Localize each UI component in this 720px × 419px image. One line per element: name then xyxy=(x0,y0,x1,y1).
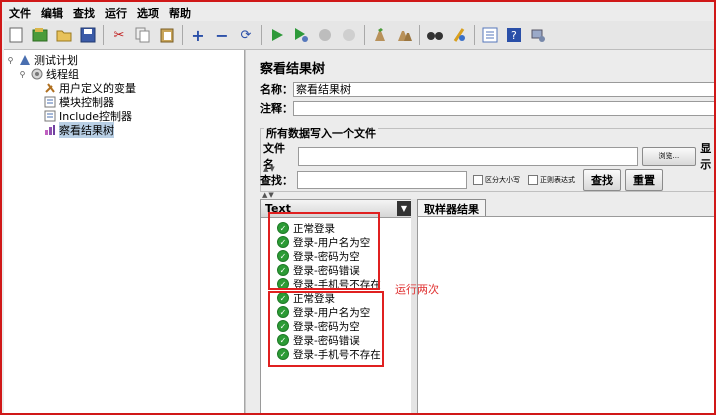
start-icon[interactable] xyxy=(267,25,287,45)
case-sensitive-label: 区分大小写 xyxy=(485,176,520,184)
expand-icon[interactable]: + xyxy=(188,25,208,45)
regex-checkbox[interactable]: 正则表达式 xyxy=(528,175,575,185)
checkbox-box[interactable] xyxy=(473,175,483,185)
stop-icon[interactable] xyxy=(315,25,335,45)
highlight-box-run-2 xyxy=(268,291,384,367)
display-label: 显示 xyxy=(700,142,712,171)
controller-icon xyxy=(44,110,56,122)
reset-button[interactable]: 重置 xyxy=(625,169,663,191)
checkbox-box[interactable] xyxy=(528,175,538,185)
clear-all-icon[interactable] xyxy=(394,25,414,45)
save-icon[interactable] xyxy=(78,25,98,45)
toolbar-separator xyxy=(103,25,104,45)
new-icon[interactable] xyxy=(6,25,26,45)
panel-title: 察看结果树 xyxy=(260,62,326,77)
tree-node-include-controller[interactable]: Include控制器 xyxy=(44,109,132,123)
dropdown-arrow-icon[interactable]: ▼ xyxy=(397,201,411,216)
open-icon[interactable] xyxy=(54,25,74,45)
test-plan-icon xyxy=(19,54,31,66)
menu-help[interactable]: 帮助 xyxy=(164,5,196,21)
annotation-text: 运行两次 xyxy=(395,283,439,296)
comment-label: 注释： xyxy=(260,102,293,115)
search-label: 查找： xyxy=(260,174,293,187)
clear-icon[interactable] xyxy=(370,25,390,45)
thread-group-icon xyxy=(31,68,43,80)
write-all-label: 所有数据写入一个文件 xyxy=(264,125,378,141)
pane-splitter[interactable] xyxy=(245,50,254,413)
case-sensitive-checkbox[interactable]: 区分大小写 xyxy=(473,175,520,185)
help-icon[interactable]: ? xyxy=(504,25,524,45)
name-row: 名称： 察看结果树 xyxy=(260,81,714,97)
filename-row: 文件名 浏览... 显示 xyxy=(263,140,714,172)
toolbar: ✂ + − ⟳ ? xyxy=(4,21,714,50)
collapse-toggle-icon[interactable]: ⚲ xyxy=(18,70,27,79)
search-input[interactable] xyxy=(297,171,467,189)
reset-search-icon[interactable] xyxy=(449,25,469,45)
toolbar-separator xyxy=(261,25,262,45)
tree-label: 察看结果树 xyxy=(59,122,114,138)
function-helper-icon[interactable] xyxy=(480,25,500,45)
svg-text:?: ? xyxy=(511,29,517,42)
comment-row: 注释： xyxy=(260,100,714,116)
test-plan-tree: ⚲ 测试计划 ⚲ 线程组 用户定义的变量 模块控制器 Include控制器 察看… xyxy=(4,50,245,413)
menu-edit[interactable]: 编辑 xyxy=(36,5,68,21)
template-icon[interactable] xyxy=(30,25,50,45)
search-icon[interactable] xyxy=(425,25,445,45)
browse-button[interactable]: 浏览... xyxy=(641,146,697,166)
toolbar-separator xyxy=(419,25,420,45)
collapse-toggle-icon[interactable]: ⚲ xyxy=(6,56,15,65)
sampler-result-panel: 取样器结果 xyxy=(417,199,714,413)
comment-field[interactable] xyxy=(293,100,714,116)
controller-icon xyxy=(44,96,56,108)
name-field[interactable]: 察看结果树 xyxy=(293,81,714,97)
tree-node-view-results-tree[interactable]: 察看结果树 xyxy=(44,122,114,138)
find-button[interactable]: 查找 xyxy=(583,169,621,191)
shutdown-icon[interactable] xyxy=(339,25,359,45)
tree-node-module-controller[interactable]: 模块控制器 xyxy=(44,95,114,109)
splitter-arrows-icon[interactable]: ▲▼ xyxy=(262,191,275,199)
cut-icon[interactable]: ✂ xyxy=(109,25,129,45)
menu-file[interactable]: 文件 xyxy=(4,5,36,21)
tree-node-test-plan[interactable]: ⚲ 测试计划 xyxy=(6,53,78,67)
start-no-pause-icon[interactable] xyxy=(291,25,311,45)
menu-search[interactable]: 查找 xyxy=(68,5,100,21)
tab-sampler-result[interactable]: 取样器结果 xyxy=(417,199,486,217)
toolbar-separator xyxy=(182,25,183,45)
paste-icon[interactable] xyxy=(157,25,177,45)
toggle-icon[interactable]: ⟳ xyxy=(236,25,256,45)
collapse-icon[interactable]: − xyxy=(212,25,232,45)
regex-label: 正则表达式 xyxy=(540,176,575,184)
listener-icon xyxy=(44,124,56,136)
copy-icon[interactable] xyxy=(133,25,153,45)
window-frame: 文件 编辑 查找 运行 选项 帮助 ✂ + − ⟳ ? ⚲ 测试计划 ⚲ 线程组… xyxy=(0,0,716,415)
sampler-result-body xyxy=(417,216,714,413)
remote-icon[interactable] xyxy=(528,25,548,45)
menu-run[interactable]: 运行 xyxy=(100,5,132,21)
highlight-box-run-1 xyxy=(268,212,380,290)
tree-node-thread-group[interactable]: ⚲ 线程组 xyxy=(18,67,79,81)
menu-bar: 文件 编辑 查找 运行 选项 帮助 xyxy=(4,4,714,21)
search-row: 查找： 区分大小写 正则表达式 查找 重置 xyxy=(260,169,663,191)
name-label: 名称： xyxy=(260,83,293,96)
tree-node-user-variables[interactable]: 用户定义的变量 xyxy=(44,81,136,95)
menu-options[interactable]: 选项 xyxy=(132,5,164,21)
toolbar-separator xyxy=(474,25,475,45)
filename-field[interactable] xyxy=(298,146,638,166)
wrench-icon xyxy=(44,82,56,94)
toolbar-separator xyxy=(364,25,365,45)
